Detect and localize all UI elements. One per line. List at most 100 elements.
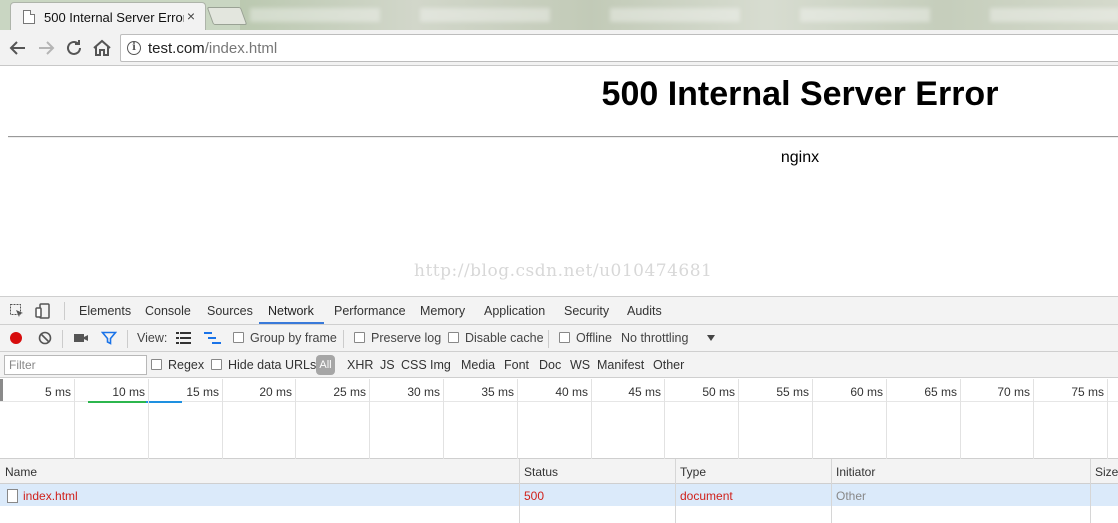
offline-checkbox[interactable]: Offline (559, 331, 612, 345)
table-row[interactable]: index.html 500 document Other (0, 484, 1118, 506)
filter-media[interactable]: Media (461, 358, 495, 372)
timeline-gridline (1107, 379, 1108, 459)
tab-title: 500 Internal Server Error (44, 10, 184, 25)
checkbox[interactable] (354, 332, 365, 343)
separator (548, 330, 549, 348)
browser-toolbar: i test.com/index.html (0, 30, 1118, 66)
record-icon[interactable] (8, 330, 24, 349)
page-icon (23, 10, 35, 24)
browser-tab-active[interactable]: 500 Internal Server Error × (10, 2, 206, 30)
new-tab-button[interactable] (206, 7, 248, 25)
regex-label: Regex (168, 358, 205, 372)
timeline-gridline (664, 379, 665, 459)
address-bar[interactable]: i test.com/index.html (120, 34, 1118, 62)
tab-network[interactable]: Network (268, 304, 314, 318)
timeline-gridline (517, 379, 518, 459)
filter-icon[interactable] (100, 330, 118, 349)
column-header-name[interactable]: Name (5, 465, 37, 479)
column-header-size[interactable]: Size (1095, 465, 1118, 479)
timeline-tick-label: 50 ms (702, 385, 735, 399)
tab-application[interactable]: Application (484, 304, 545, 318)
timeline-tick-label: 40 ms (555, 385, 588, 399)
inspect-element-icon[interactable] (9, 303, 25, 319)
filter-manifest[interactable]: Manifest (597, 358, 644, 372)
group-by-frame-label: Group by frame (250, 331, 337, 345)
blurred-tab (250, 8, 380, 22)
list-view-icon[interactable] (176, 331, 192, 348)
close-icon[interactable]: × (187, 8, 195, 24)
preserve-log-label: Preserve log (371, 331, 442, 345)
table-header: Name Status Type Initiator Size (0, 459, 1118, 484)
timeline-tick-label: 5 ms (44, 385, 71, 399)
filter-ws[interactable]: WS (570, 358, 590, 372)
checkbox[interactable] (151, 359, 162, 370)
checkbox[interactable] (559, 332, 570, 343)
filter-js[interactable]: JS (380, 358, 395, 372)
filter-xhr[interactable]: XHR (347, 358, 373, 372)
network-toolbar: View: Group by frame Preserve log Disabl… (0, 325, 1118, 352)
url-path: /index.html (204, 40, 278, 57)
checkbox[interactable] (211, 359, 222, 370)
info-icon[interactable]: i (127, 41, 141, 55)
filter-doc[interactable]: Doc (539, 358, 561, 372)
filter-bar: Regex Hide data URLs All XHR JS CSS Img … (0, 352, 1118, 378)
separator (62, 330, 63, 348)
blurred-tab (990, 8, 1118, 22)
home-icon[interactable] (90, 36, 114, 60)
request-name[interactable]: index.html (23, 489, 78, 503)
timeline-tick-label: 10 ms (112, 385, 145, 399)
timing-bar-waiting (88, 401, 146, 403)
waterfall-view-icon[interactable] (204, 331, 222, 348)
forward-arrow-icon[interactable] (34, 36, 58, 60)
filter-all-button[interactable]: All (316, 355, 335, 375)
column-header-initiator[interactable]: Initiator (836, 465, 875, 479)
tab-console[interactable]: Console (145, 304, 191, 318)
tab-memory[interactable]: Memory (420, 304, 465, 318)
filter-css[interactable]: CSS (401, 358, 427, 372)
chevron-down-icon[interactable] (706, 332, 716, 346)
preserve-log-checkbox[interactable]: Preserve log (354, 331, 441, 345)
timeline-gridline (295, 379, 296, 459)
request-initiator: Other (836, 489, 867, 503)
filter-input[interactable] (4, 355, 147, 375)
divider (8, 136, 1118, 138)
selection-handle[interactable] (0, 379, 3, 401)
page-content: 500 Internal Server Error nginx http://b… (0, 67, 1118, 296)
timeline-tick-label: 75 ms (1071, 385, 1104, 399)
device-toolbar-icon[interactable] (35, 303, 51, 319)
checkbox[interactable] (448, 332, 459, 343)
timeline-gridline (960, 379, 961, 459)
column-header-status[interactable]: Status (524, 465, 558, 479)
timeline-tick-label: 25 ms (333, 385, 366, 399)
back-arrow-icon[interactable] (6, 36, 30, 60)
timeline-overview[interactable]: 5 ms 10 ms 15 ms 20 ms 25 ms 30 ms 35 ms 40 ms 4… (0, 379, 1118, 459)
column-header-type[interactable]: Type (680, 465, 706, 479)
reload-icon[interactable] (62, 36, 86, 60)
document-icon (7, 489, 18, 503)
url-text: test.com/index.html (148, 40, 277, 57)
filter-other[interactable]: Other (653, 358, 684, 372)
clear-icon[interactable] (37, 330, 53, 349)
regex-checkbox[interactable]: Regex (151, 358, 204, 372)
tab-sources[interactable]: Sources (207, 304, 253, 318)
requests-table: Name Status Type Initiator Size index.ht… (0, 459, 1118, 523)
tab-performance[interactable]: Performance (334, 304, 406, 318)
camera-icon[interactable] (73, 330, 89, 349)
tab-elements[interactable]: Elements (79, 304, 131, 318)
disable-cache-checkbox[interactable]: Disable cache (448, 331, 544, 345)
timeline-gridline (738, 379, 739, 459)
hide-data-urls-label: Hide data URLs (228, 358, 317, 372)
timeline-tick-label: 20 ms (259, 385, 292, 399)
request-status: 500 (524, 489, 545, 503)
hide-data-urls-checkbox[interactable]: Hide data URLs (211, 358, 316, 372)
throttling-select[interactable]: No throttling (621, 331, 688, 345)
checkbox[interactable] (233, 332, 244, 343)
timeline-gridline (886, 379, 887, 459)
column-divider (675, 459, 676, 523)
tab-audits[interactable]: Audits (627, 304, 662, 318)
tab-security[interactable]: Security (564, 304, 609, 318)
filter-font[interactable]: Font (504, 358, 529, 372)
filter-img[interactable]: Img (430, 358, 451, 372)
timeline-tick-label: 55 ms (776, 385, 809, 399)
group-by-frame-checkbox[interactable]: Group by frame (233, 331, 337, 345)
